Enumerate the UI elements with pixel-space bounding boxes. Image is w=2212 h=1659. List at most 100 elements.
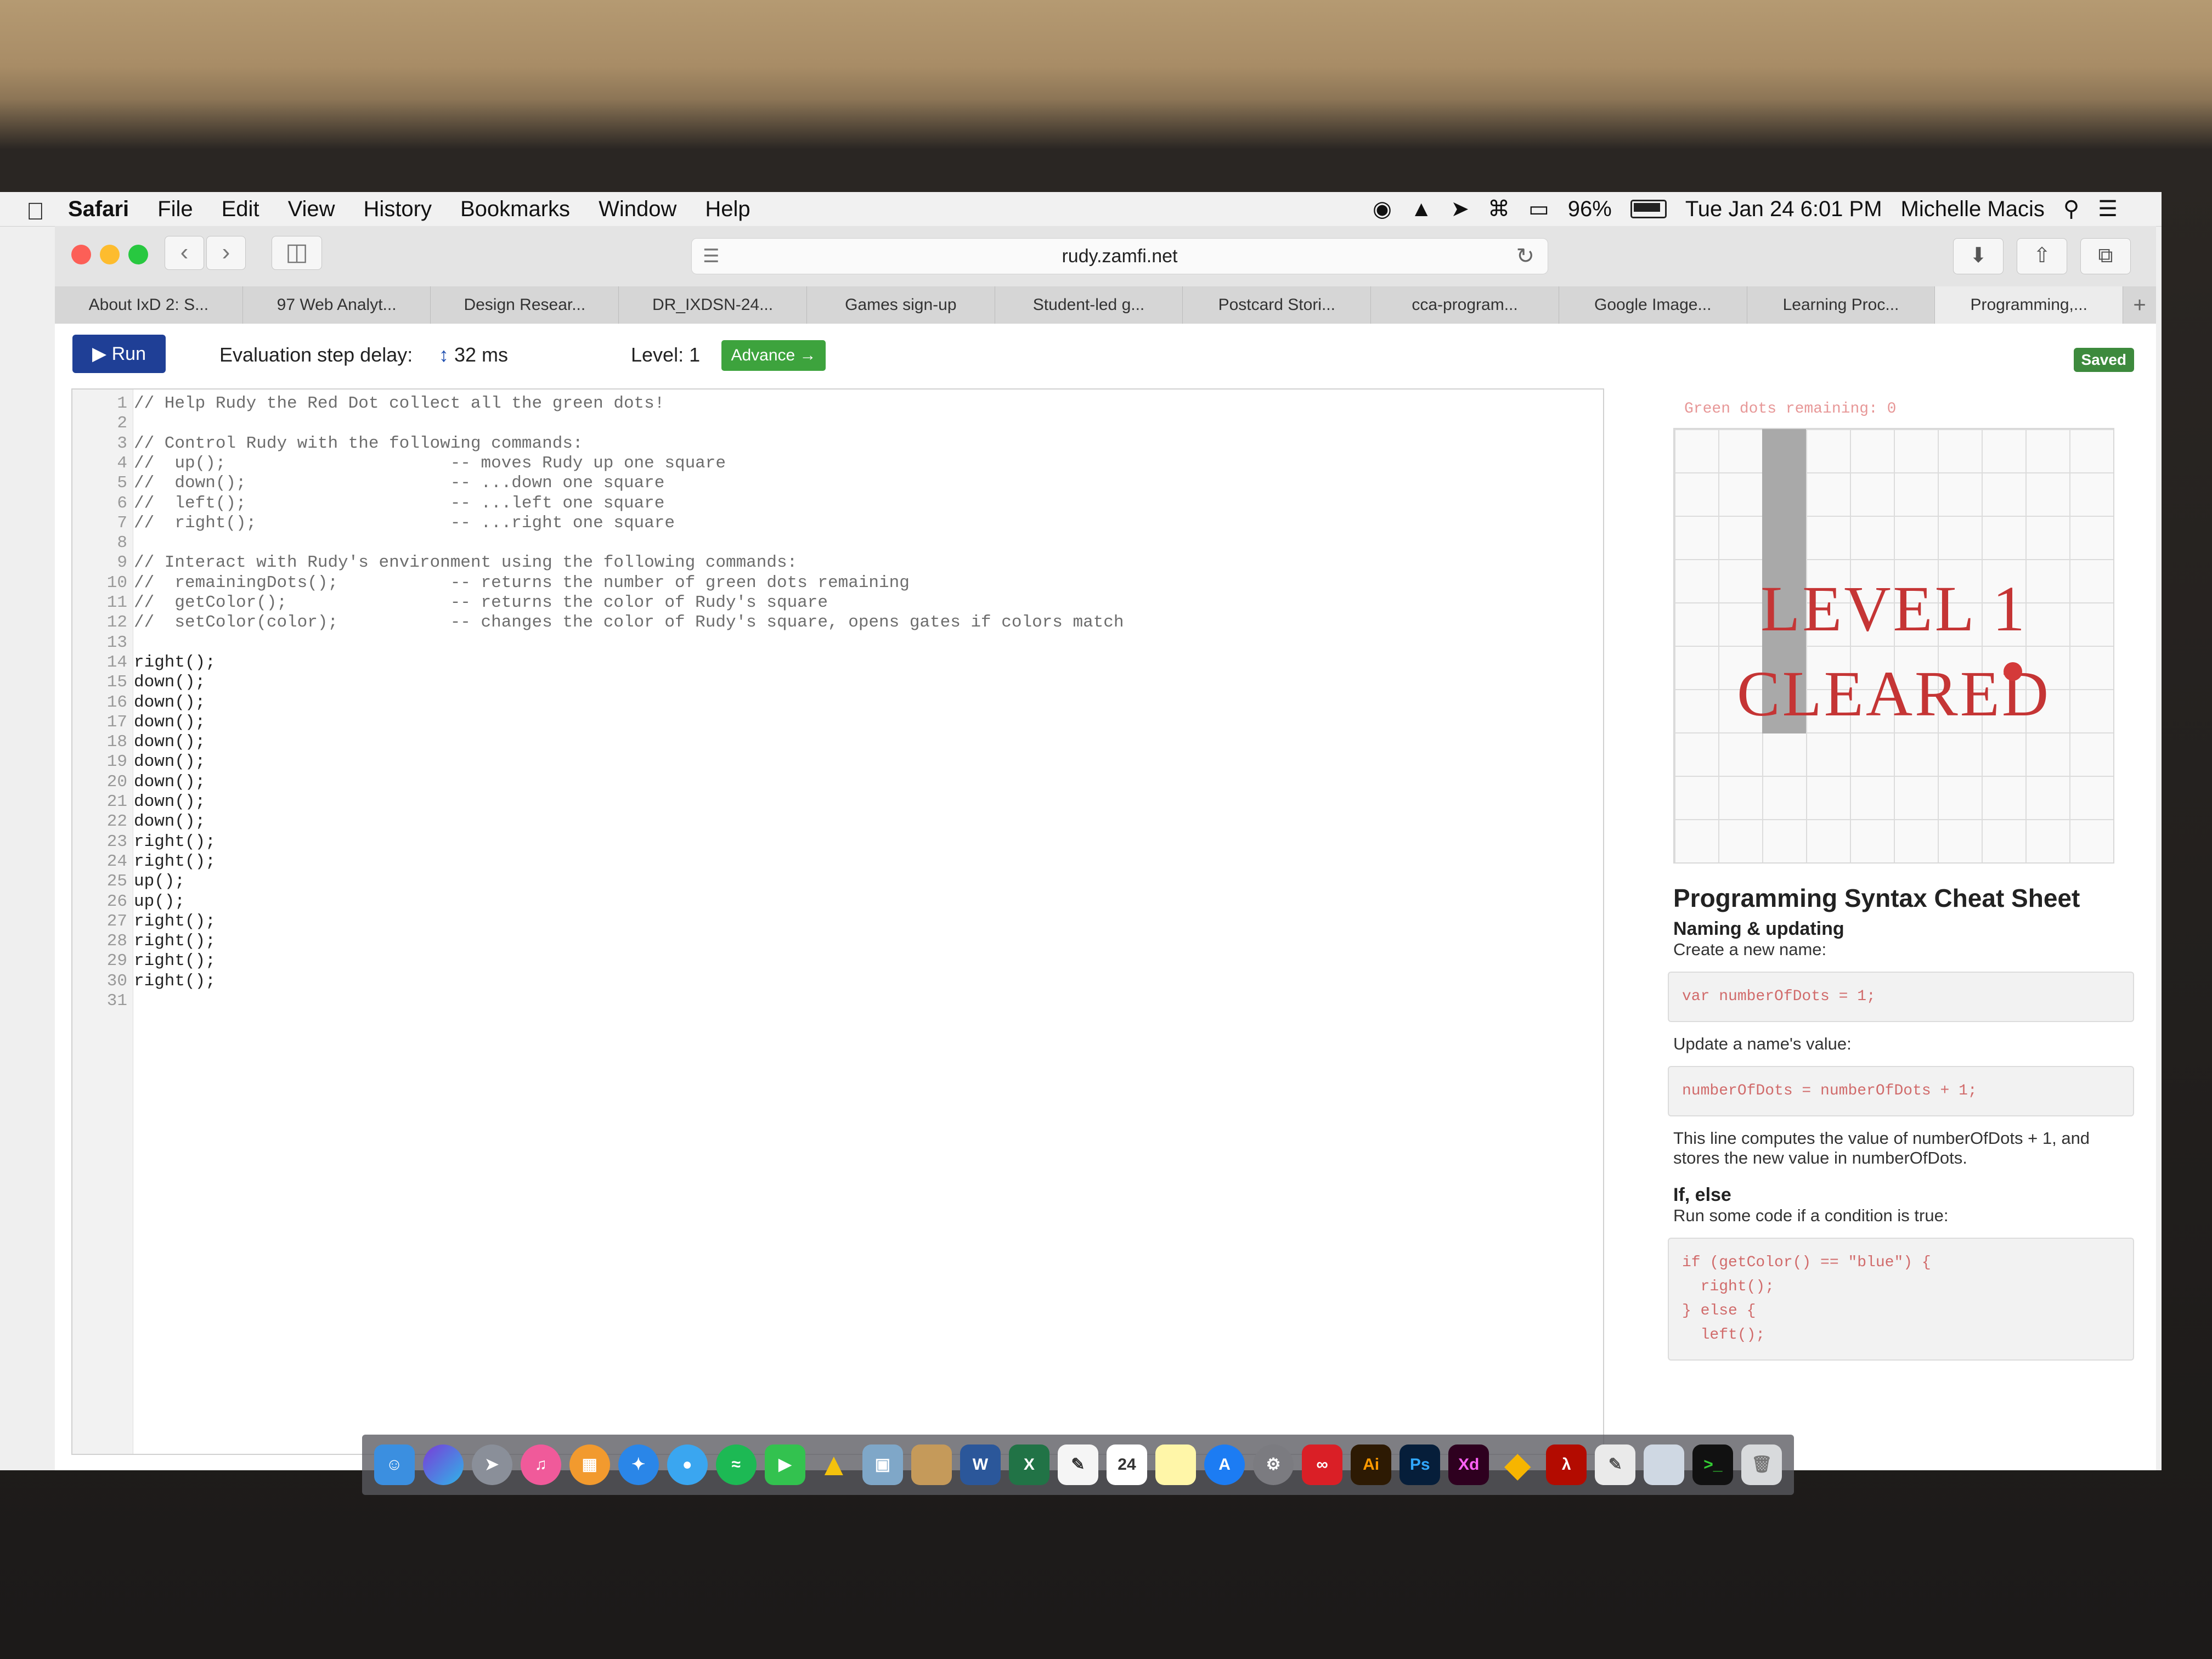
google-drive-status-icon[interactable]: ▲ xyxy=(1410,197,1432,222)
code-line[interactable]: 3 // Control Rudy with the following comm… xyxy=(72,434,583,454)
tab-google-image[interactable]: Google Image... xyxy=(1559,286,1747,324)
code-line[interactable]: 23 right(); xyxy=(72,832,216,852)
code-line[interactable]: 13 xyxy=(72,633,134,653)
menu-bookmarks[interactable]: Bookmarks xyxy=(460,197,570,222)
code-line[interactable]: 10 // remainingDots(); -- returns the num… xyxy=(72,573,910,593)
up-down-arrow-icon[interactable]: ↕ xyxy=(439,343,449,366)
tab-web-analytics[interactable]: 97 Web Analyt... xyxy=(243,286,431,324)
tab-dr-ixdsn[interactable]: DR_IXDSN-24... xyxy=(619,286,807,324)
reload-icon[interactable]: ↻ xyxy=(1516,239,1534,274)
downloads-icon[interactable]: ⬇ xyxy=(1953,238,2004,274)
code-line[interactable]: 9 // Interact with Rudy's environment usi… xyxy=(72,553,797,573)
menu-view[interactable]: View xyxy=(288,197,335,222)
messages-icon[interactable]: ● xyxy=(667,1444,708,1485)
code-line[interactable]: 31 xyxy=(72,991,134,1011)
code-line[interactable]: 16 down(); xyxy=(72,693,205,713)
script-editor-icon[interactable]: ✎ xyxy=(1595,1444,1636,1485)
calendar-icon[interactable]: 24 xyxy=(1106,1444,1147,1485)
acrobat-icon[interactable]: λ xyxy=(1546,1444,1587,1485)
code-line[interactable]: 29 right(); xyxy=(72,951,216,971)
terminal-icon[interactable]: >_ xyxy=(1692,1444,1734,1485)
wifi-icon[interactable]: ⌘ xyxy=(1488,196,1510,222)
spotlight-search-icon[interactable]: ⚲ xyxy=(2063,196,2079,222)
tab-cca-program[interactable]: cca-program... xyxy=(1371,286,1559,324)
code-line[interactable]: 30 right(); xyxy=(72,972,216,991)
code-line[interactable]: 8 xyxy=(72,533,134,553)
code-line[interactable]: 7 // right(); -- ...right one square xyxy=(72,514,675,533)
notification-center-icon[interactable]: ☰ xyxy=(2098,196,2118,222)
preview-icon[interactable]: ▣ xyxy=(862,1444,903,1485)
code-line[interactable]: 15 down(); xyxy=(72,673,205,692)
advance-button[interactable]: Advance → xyxy=(721,340,826,371)
code-line[interactable]: 14 right(); xyxy=(72,653,216,673)
code-line[interactable]: 2 xyxy=(72,414,134,433)
menu-file[interactable]: File xyxy=(157,197,193,222)
tab-overview-icon[interactable]: ⧉ xyxy=(2080,238,2131,274)
share-icon[interactable]: ⇧ xyxy=(2017,238,2067,274)
user-name[interactable]: Michelle Macis xyxy=(1901,197,2045,222)
launchpad-icon[interactable]: ➤ xyxy=(471,1444,512,1485)
code-line[interactable]: 12 // setColor(color); -- changes the col… xyxy=(72,613,1124,633)
facetime-icon[interactable]: ▶ xyxy=(764,1444,805,1485)
code-line[interactable]: 25 up(); xyxy=(72,872,185,891)
notes-icon[interactable] xyxy=(911,1444,952,1485)
code-line[interactable]: 21 down(); xyxy=(72,792,205,812)
folder-icon[interactable] xyxy=(1644,1444,1685,1485)
photoshop-icon[interactable]: Ps xyxy=(1400,1444,1441,1485)
code-line[interactable]: 26 up(); xyxy=(72,892,185,912)
code-line[interactable]: 11 // getColor(); -- returns the color of… xyxy=(72,593,828,613)
sidebar-toggle-icon[interactable]: ◫ xyxy=(272,236,322,270)
menu-help[interactable]: Help xyxy=(705,197,750,222)
clock[interactable]: Tue Jan 24 6:01 PM xyxy=(1685,197,1882,222)
tab-about-ixd[interactable]: About IxD 2: S... xyxy=(55,286,243,324)
siri-icon[interactable] xyxy=(422,1444,464,1485)
menu-edit[interactable]: Edit xyxy=(222,197,259,222)
reader-view-icon[interactable]: ☰ xyxy=(703,239,719,274)
excel-icon[interactable]: X xyxy=(1008,1444,1049,1485)
illustrator-icon[interactable]: Ai xyxy=(1351,1444,1392,1485)
google-drive-icon[interactable]: ▲ xyxy=(814,1444,854,1485)
tab-learning-proc[interactable]: Learning Proc... xyxy=(1747,286,1936,324)
app-store-icon[interactable]: A xyxy=(1204,1444,1245,1485)
trash-icon[interactable]: 🗑 xyxy=(1741,1444,1782,1485)
code-line[interactable]: 6 // left(); -- ...left one square xyxy=(72,494,664,514)
tab-programming[interactable]: Programming,... xyxy=(1935,286,2124,324)
forward-button[interactable]: › xyxy=(206,236,246,270)
system-preferences-icon[interactable]: ⚙ xyxy=(1253,1444,1294,1485)
code-line[interactable]: 22 down(); xyxy=(72,812,205,832)
address-bar[interactable]: ☰ rudy.zamfi.net ↻ xyxy=(691,238,1548,274)
menu-history[interactable]: History xyxy=(364,197,432,222)
minimize-window-button[interactable] xyxy=(100,245,120,264)
word-icon[interactable]: W xyxy=(960,1444,1001,1485)
code-line[interactable]: 4 // up(); -- moves Rudy up one square xyxy=(72,454,726,473)
tab-student-led[interactable]: Student-led g... xyxy=(995,286,1183,324)
code-line[interactable]: 1 // Help Rudy the Red Dot collect all th… xyxy=(72,394,664,414)
textedit-icon[interactable]: ✎ xyxy=(1057,1444,1098,1485)
tab-design-research[interactable]: Design Resear... xyxy=(431,286,619,324)
back-button[interactable]: ‹ xyxy=(165,236,204,270)
zoom-window-button[interactable] xyxy=(128,245,148,264)
run-button[interactable]: ▶ Run xyxy=(72,335,166,373)
code-editor[interactable]: 1 // Help Rudy the Red Dot collect all th… xyxy=(71,388,1604,1455)
tab-postcard-stories[interactable]: Postcard Stori... xyxy=(1183,286,1372,324)
code-line[interactable]: 28 right(); xyxy=(72,932,216,951)
stickies-icon[interactable] xyxy=(1155,1444,1197,1485)
code-line[interactable]: 5 // down(); -- ...down one square xyxy=(72,473,664,493)
code-line[interactable]: 19 down(); xyxy=(72,752,205,772)
menu-app-safari[interactable]: Safari xyxy=(68,197,129,222)
safari-icon[interactable]: ✦ xyxy=(618,1444,659,1485)
itunes-icon[interactable]: ♫ xyxy=(520,1444,561,1485)
ibooks-icon[interactable]: ▦ xyxy=(569,1444,610,1485)
tab-games-signup[interactable]: Games sign-up xyxy=(807,286,995,324)
battery-icon[interactable] xyxy=(1630,200,1667,218)
code-line[interactable]: 24 right(); xyxy=(72,852,216,872)
step-delay-stepper[interactable]: ↕ 32 ms xyxy=(439,343,508,366)
menu-window[interactable]: Window xyxy=(599,197,676,222)
apple-menu-icon[interactable]:  xyxy=(26,198,48,225)
creative-cloud-icon[interactable]: ∞ xyxy=(1302,1444,1343,1485)
code-line[interactable]: 20 down(); xyxy=(72,772,205,792)
creative-cloud-status-icon[interactable]: ◉ xyxy=(1373,196,1392,222)
finder-icon[interactable]: ☺ xyxy=(374,1444,415,1485)
code-line[interactable]: 27 right(); xyxy=(72,912,216,932)
close-window-button[interactable] xyxy=(71,245,91,264)
